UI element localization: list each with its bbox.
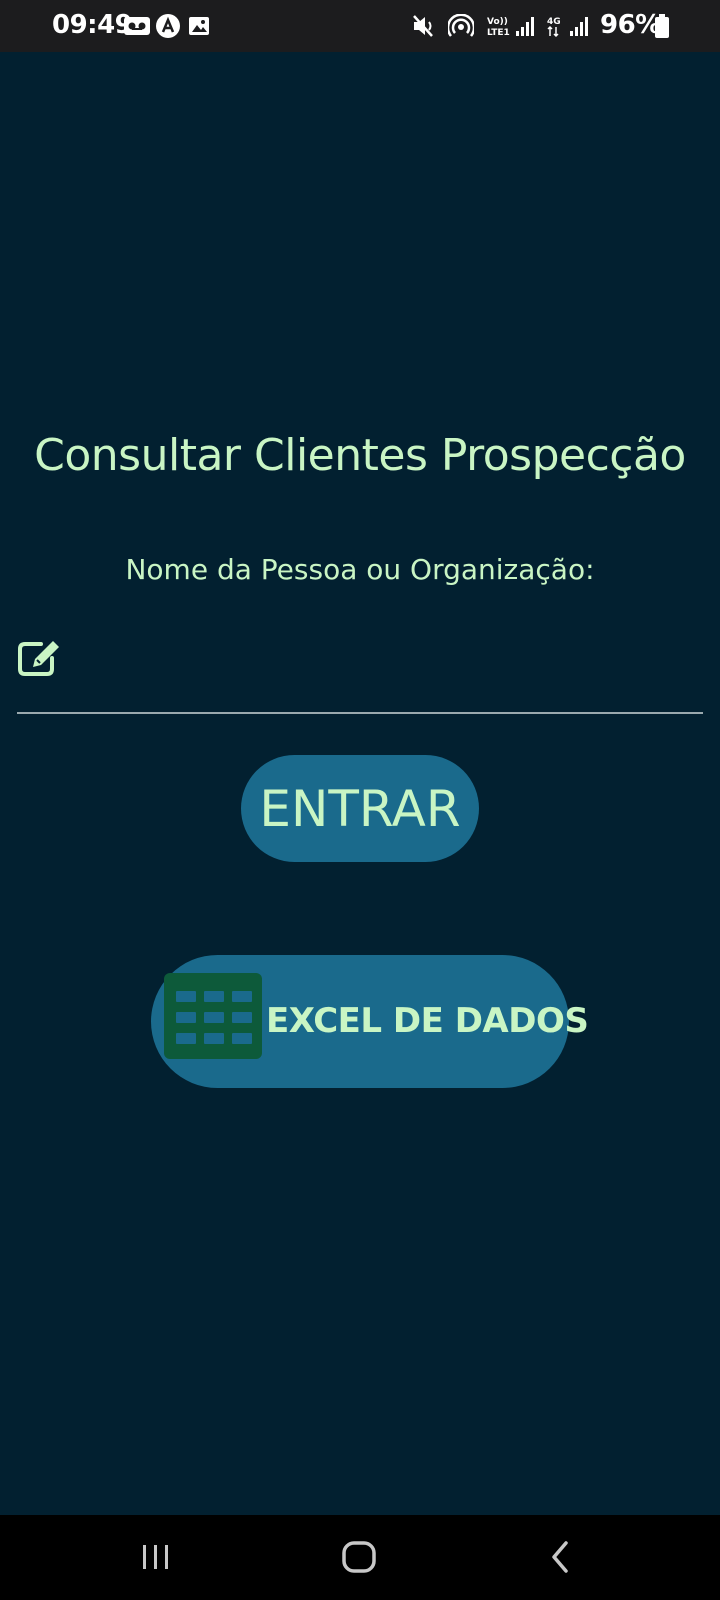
home-icon[interactable] bbox=[334, 1535, 384, 1579]
volte-signal-icon: Vo)) LTE1 bbox=[487, 17, 534, 38]
page-title: Consultar Clientes Prospecção bbox=[34, 430, 686, 481]
voicemail-icon bbox=[124, 17, 150, 35]
status-bar: 09:49 Vo)) LTE1 4G 96% bbox=[0, 0, 720, 52]
name-input[interactable] bbox=[75, 634, 699, 686]
status-time: 09:49 bbox=[52, 10, 133, 40]
excel-data-button-label: EXCEL DE DADOS bbox=[266, 1001, 589, 1041]
navigation-bar bbox=[0, 1515, 720, 1600]
app-notification-icon bbox=[156, 14, 180, 38]
svg-text:4G: 4G bbox=[547, 17, 561, 27]
edit-icon bbox=[18, 641, 59, 676]
enter-button[interactable]: ENTRAR bbox=[241, 755, 479, 862]
battery-icon bbox=[655, 14, 669, 38]
4g-signal-icon: 4G bbox=[547, 17, 588, 38]
svg-text:Vo)): Vo)) bbox=[487, 17, 508, 27]
svg-text:LTE1: LTE1 bbox=[487, 28, 510, 38]
hotspot-icon bbox=[448, 14, 474, 37]
name-field-label: Nome da Pessoa ou Organização: bbox=[125, 553, 595, 586]
gallery-icon bbox=[189, 17, 209, 35]
app-screen: 09:49 Vo)) LTE1 4G 96% Consultar Cliente… bbox=[0, 0, 720, 1600]
name-field[interactable] bbox=[17, 630, 703, 714]
back-icon[interactable] bbox=[536, 1535, 586, 1579]
recent-apps-icon[interactable] bbox=[131, 1535, 181, 1579]
excel-data-button[interactable]: EXCEL DE DADOS bbox=[151, 955, 589, 1088]
battery-percentage: 96% bbox=[600, 10, 661, 40]
spreadsheet-icon bbox=[164, 973, 262, 1059]
mute-icon bbox=[413, 15, 433, 37]
